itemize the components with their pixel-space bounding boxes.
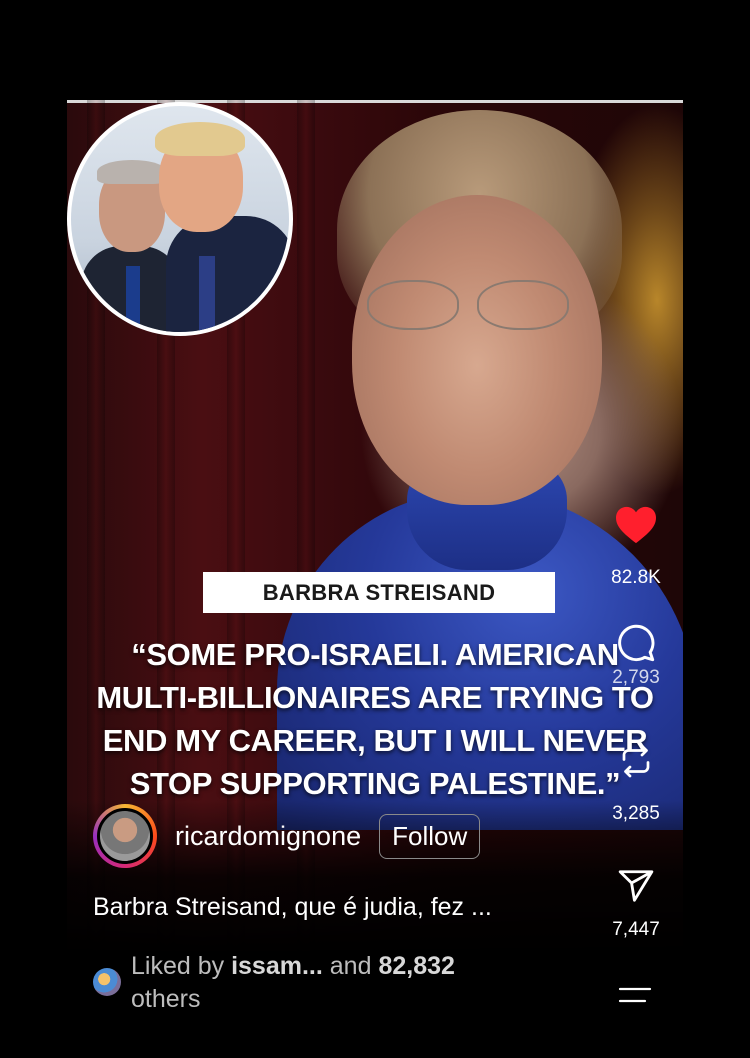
quote-line: MULTI-BILLIONAIRES ARE TRYING TO <box>96 680 654 715</box>
comment-icon <box>618 624 655 662</box>
inset-photo <box>67 102 293 336</box>
menu-button[interactable] <box>617 985 653 1012</box>
glasses <box>367 280 569 330</box>
avatar-ring[interactable] <box>93 804 157 868</box>
heart-icon <box>616 506 656 544</box>
repost-count: 3,285 <box>612 803 660 824</box>
liked-by-suffix: others <box>131 985 201 1013</box>
liked-by[interactable]: Liked by issam... and 82,832 others <box>93 950 455 1016</box>
liked-by-prefix: Liked by <box>131 952 225 980</box>
repost-button[interactable]: 3,285 <box>596 743 676 825</box>
liked-by-and: and <box>329 952 372 980</box>
quote-line: END MY CAREER, BUT I WILL NEVER <box>102 723 648 758</box>
caption[interactable]: Barbra Streisand, que é judia, fez ... <box>93 893 492 922</box>
comment-button[interactable]: 2,793 <box>596 623 676 689</box>
follow-button[interactable]: Follow <box>379 813 481 859</box>
like-button[interactable]: 82.8K <box>596 505 676 589</box>
like-count: 82.8K <box>611 567 661 588</box>
portrait-face <box>352 195 602 505</box>
repost-icon <box>622 744 650 778</box>
avatar <box>97 808 153 864</box>
liked-by-user: issam... <box>231 952 323 980</box>
name-tag: BARBRA STREISAND <box>203 572 555 613</box>
menu-lines-icon <box>618 987 652 1003</box>
quote-text: “SOME PRO-ISRAELI. AMERICAN MULTI-BILLIO… <box>67 633 683 805</box>
liked-by-count: 82,832 <box>378 952 455 980</box>
username[interactable]: ricardomignone <box>175 821 361 852</box>
send-icon <box>618 870 654 902</box>
share-button[interactable]: 7,447 <box>596 867 676 941</box>
quote-line: “SOME PRO-ISRAELI. AMERICAN <box>131 637 619 672</box>
author-row: ricardomignone Follow <box>93 804 481 868</box>
liked-by-text: Liked by issam... and 82,832 others <box>131 950 455 1016</box>
liker-avatar <box>93 968 121 996</box>
quote-line: STOP SUPPORTING PALESTINE.” <box>129 766 621 801</box>
share-count: 7,447 <box>612 919 660 940</box>
comment-count: 2,793 <box>612 667 660 688</box>
